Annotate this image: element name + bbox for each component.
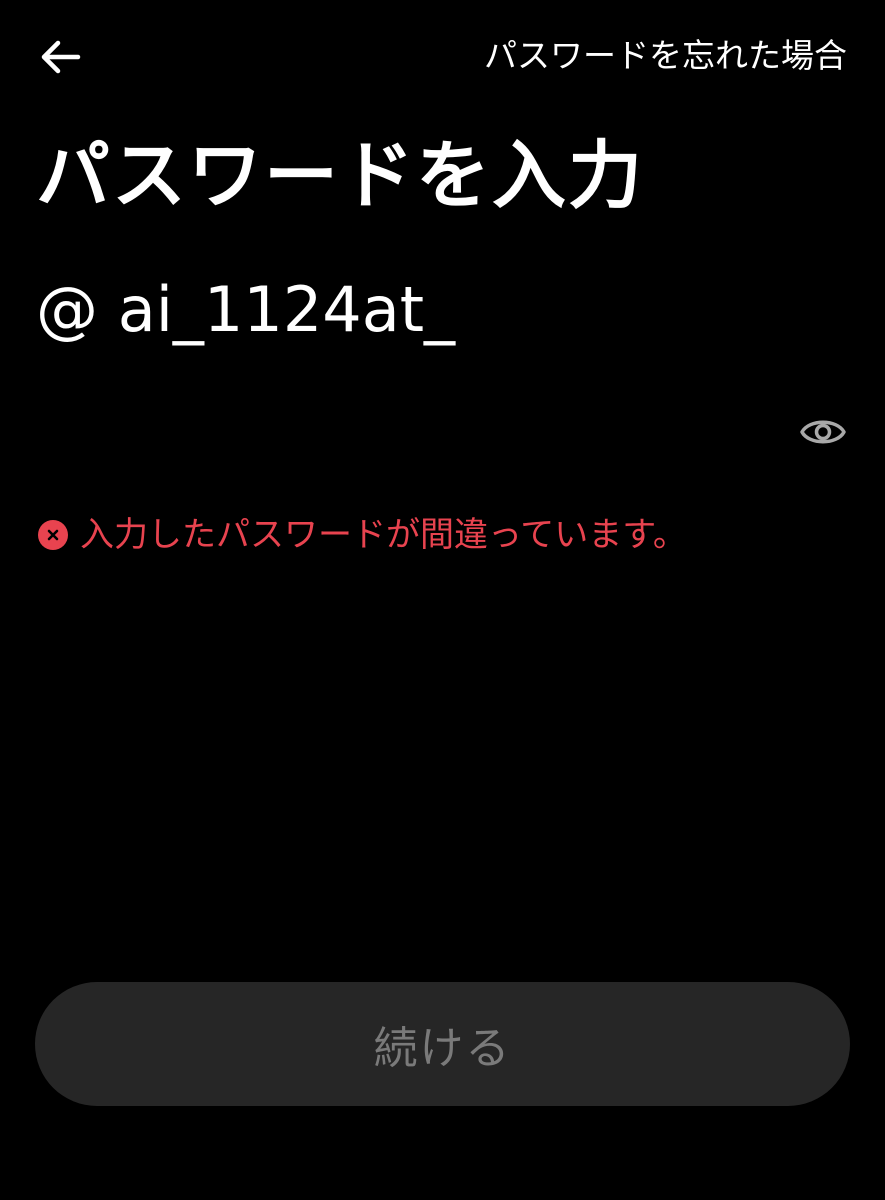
- continue-button-label: 続ける: [373, 1023, 512, 1074]
- continue-button[interactable]: 続ける: [35, 982, 850, 1106]
- error-message-row: 入力したパスワードが間違っています。: [38, 510, 687, 560]
- password-input[interactable]: [36, 392, 776, 472]
- forgot-password-link[interactable]: パスワードを忘れた場合: [484, 34, 847, 78]
- arrow-left-icon: [41, 40, 81, 74]
- toggle-password-visibility-button[interactable]: [797, 406, 849, 458]
- page-title: パスワードを入力: [36, 133, 644, 219]
- username-label: @ ai_1124at_: [36, 273, 456, 346]
- eye-icon: [800, 420, 846, 444]
- error-message: 入力したパスワードが間違っています。: [80, 515, 687, 555]
- back-button[interactable]: [32, 32, 88, 82]
- password-field-row: [36, 392, 849, 472]
- error-x-icon: [38, 520, 68, 550]
